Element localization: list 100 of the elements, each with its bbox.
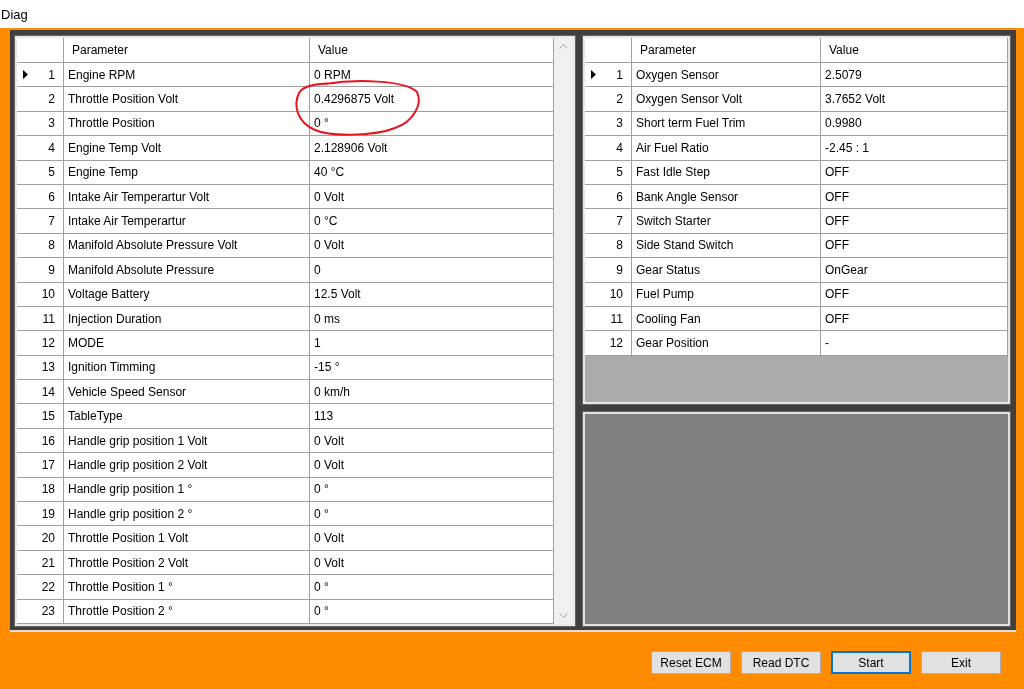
table-cell: 0 km/h [310,380,554,405]
row-number: 8 [616,238,623,253]
table-cell: Intake Air Temperartur [64,209,310,234]
row-number: 18 [41,482,55,497]
row-number: 9 [616,262,623,277]
table-cell: 0 Volt [310,233,554,259]
table-cell: -15 ° [310,355,554,381]
table-cell: Engine RPM [64,63,310,88]
row-number: 6 [616,189,623,204]
table-cell: 0 Volt [310,184,554,210]
table-cell: OFF [821,306,1008,332]
table-cell: Handle grip position 1 ° [64,477,310,503]
row-number: 1 [48,67,55,82]
scroll-down-icon[interactable] [559,613,568,618]
table-cell: OFF [821,233,1008,259]
table-cell: 0 ° [310,575,554,600]
row-number: 7 [616,214,623,229]
row-number: 8 [48,238,55,253]
row-number: 12 [609,336,623,350]
table-cell: 40 °C [310,160,554,185]
row-number: 10 [41,287,55,302]
table-cell: OFF [821,160,1008,185]
row-number: 2 [48,92,55,107]
action-button[interactable]: Reset ECM [651,651,731,674]
table-cell: OFF [821,184,1008,210]
table-cell: 2.5079 [821,63,1008,88]
table-cell: Engine Temp Volt [64,136,310,161]
table-cell: Throttle Position 2 ° [64,599,310,624]
row-number: 2 [616,92,623,107]
table-cell: TableType [64,404,310,429]
column-header[interactable]: Parameter [632,38,821,63]
row-number: 11 [610,311,623,326]
table-cell: Fast Idle Step [632,160,821,185]
row-number: 14 [41,384,55,399]
scroll-up-icon[interactable] [559,44,568,49]
row-number: 20 [41,531,55,546]
row-number: 5 [48,165,55,180]
row-number: 15 [41,409,55,424]
table-cell: 0 ms [310,306,554,332]
table-cell: Handle grip position 2 Volt [64,453,310,478]
row-number: 19 [41,506,55,521]
table-cell: Throttle Position 1 Volt [64,526,310,551]
table-cell: Side Stand Switch [632,233,821,259]
table-cell: 0 Volt [310,453,554,478]
table-cell: 0 Volt [310,550,554,576]
column-header[interactable]: Parameter [64,38,310,63]
table-cell: Manifold Absolute Pressure [64,258,310,283]
row-number: 6 [48,189,55,204]
column-header[interactable]: Value [310,38,554,63]
row-number: 4 [616,140,623,155]
window-title: Diag [1,6,28,22]
column-header[interactable]: Value [821,38,1008,63]
table-cell: 0.9980 [821,111,1008,137]
row-number: 13 [41,360,55,375]
table-cell: Injection Duration [64,306,310,332]
table-cell: Cooling Fan [632,306,821,332]
row-number: 3 [616,116,623,131]
row-number: 1 [616,67,623,82]
row-number: 11 [42,311,55,326]
table-cell: Oxygen Sensor [632,63,821,88]
table-cell: Air Fuel Ratio [632,136,821,161]
table-cell: 3.7652 Volt [821,87,1008,112]
table-cell: Throttle Position 2 Volt [64,550,310,576]
table-cell: 2.128906 Volt [310,136,554,161]
row-number: 10 [609,287,623,302]
table-cell: 0 RPM [310,63,554,88]
table-cell: 113 [310,404,554,429]
row-number: 3 [48,116,55,131]
row-number: 21 [41,555,55,570]
table-cell: Throttle Position Volt [64,87,310,112]
row-number: 23 [41,604,55,619]
table-cell: Voltage Battery [64,282,310,307]
action-button[interactable]: Start [831,651,911,674]
table-cell: 0 Volt [310,428,554,454]
table-cell: 0 ° [310,502,554,527]
table-cell: 0 ° [310,477,554,503]
table-cell: - [821,331,1008,356]
action-button[interactable]: Exit [921,651,1001,674]
scrollbar[interactable] [554,38,573,624]
table-cell: Ignition Timming [64,355,310,381]
table-cell: Fuel Pump [632,282,821,307]
table-cell: Throttle Position [64,111,310,137]
table-cell: OFF [821,282,1008,307]
table-cell: 0.4296875 Volt [310,87,554,112]
table-cell: Short term Fuel Trim [632,111,821,137]
table-cell: OFF [821,209,1008,234]
row-number: 16 [41,433,55,448]
row-number: 5 [616,165,623,180]
table-cell: Gear Position [632,331,821,356]
table-cell: Vehicle Speed Sensor [64,380,310,405]
table-cell: 1 [310,331,554,356]
row-number: 12 [41,336,55,350]
table-cell: Handle grip position 1 Volt [64,428,310,454]
action-button[interactable]: Read DTC [741,651,821,674]
table-cell: Gear Status [632,258,821,283]
table-cell: 0 Volt [310,526,554,551]
table-cell: MODE [64,331,310,356]
table-cell: Handle grip position 2 ° [64,502,310,527]
table-cell: 0 ° [310,599,554,624]
table-cell: Intake Air Temperartur Volt [64,184,310,210]
